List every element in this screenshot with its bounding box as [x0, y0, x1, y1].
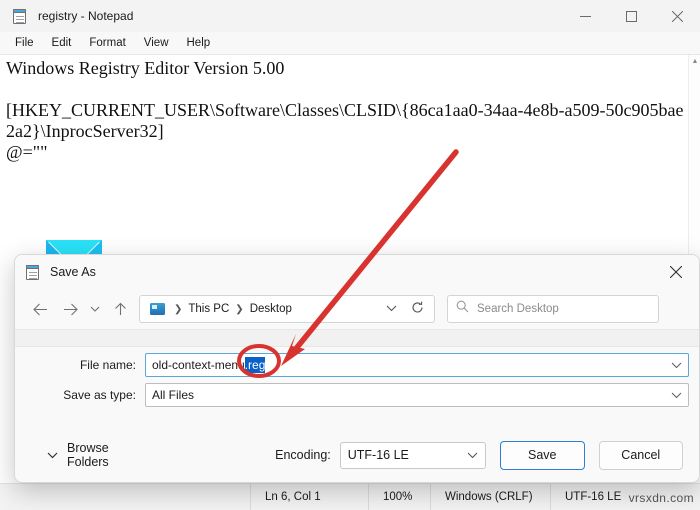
- breadcrumb-separator: ❯: [235, 303, 244, 315]
- notepad-menu-bar: File Edit Format View Help: [0, 32, 700, 55]
- search-box[interactable]: Search Desktop: [447, 295, 659, 323]
- save-as-dialog: Save As ❯ This PC ❯ Desktop Search Deskt…: [14, 254, 700, 483]
- encoding-select[interactable]: UTF-16 LE: [339, 441, 487, 469]
- file-name-input[interactable]: old-context-menu .reg: [145, 353, 689, 377]
- encoding-value: UTF-16 LE: [347, 448, 409, 462]
- status-line-endings: Windows (CRLF): [430, 483, 550, 510]
- window-controls: [562, 0, 700, 32]
- search-icon: [456, 300, 469, 318]
- save-as-type-label: Save as type:: [63, 388, 136, 402]
- notepad-icon: [25, 263, 41, 281]
- file-name-label: File name:: [79, 358, 136, 372]
- encoding-label: Encoding:: [275, 448, 331, 462]
- browse-folders-label: Browse Folders: [67, 441, 109, 469]
- screen: registry - Notepad File Edit Format View…: [0, 0, 700, 510]
- file-name-extension-selected: .reg: [244, 357, 266, 373]
- breadcrumb-item-this-pc[interactable]: This PC: [188, 303, 229, 315]
- dialog-title-bar: Save As: [15, 255, 699, 289]
- breadcrumb-chevron-down-icon[interactable]: [386, 303, 397, 315]
- forward-icon[interactable]: [55, 295, 85, 323]
- file-name-chevron-down-icon[interactable]: [671, 358, 682, 372]
- save-as-type-value: All Files: [152, 388, 195, 402]
- cancel-button[interactable]: Cancel: [598, 440, 683, 470]
- breadcrumb[interactable]: ❯ This PC ❯ Desktop: [139, 295, 435, 323]
- file-name-row: File name: old-context-menu .reg: [15, 353, 699, 377]
- notepad-title: registry - Notepad: [38, 9, 134, 23]
- encoding-chevron-down-icon[interactable]: [467, 448, 478, 462]
- refresh-icon[interactable]: [411, 301, 424, 317]
- document-text: Windows Registry Editor Version 5.00 [HK…: [6, 58, 684, 162]
- notepad-status-bar: Ln 6, Col 1 100% Windows (CRLF) UTF-16 L…: [0, 483, 700, 510]
- minimize-icon[interactable]: [562, 0, 608, 32]
- notepad-title-bar: registry - Notepad: [0, 0, 700, 32]
- menu-help[interactable]: Help: [178, 34, 220, 52]
- menu-format[interactable]: Format: [80, 34, 134, 52]
- save-as-type-row: Save as type: All Files: [15, 383, 699, 407]
- back-icon[interactable]: [25, 295, 55, 323]
- this-pc-icon: [150, 303, 165, 315]
- save-button[interactable]: Save: [500, 440, 585, 470]
- status-cursor-position: Ln 6, Col 1: [250, 483, 368, 510]
- browse-folders-button[interactable]: Browse Folders: [47, 441, 147, 469]
- recent-locations-chevron-down-icon[interactable]: [85, 295, 105, 323]
- breadcrumb-item-desktop[interactable]: Desktop: [250, 303, 292, 315]
- watermark: vrsxdn.com: [628, 491, 694, 505]
- file-name-stem: old-context-menu: [152, 358, 245, 372]
- dialog-footer: Browse Folders Encoding: UTF-16 LE Save …: [15, 428, 699, 482]
- notepad-icon: [12, 7, 28, 25]
- menu-file[interactable]: File: [6, 34, 43, 52]
- save-as-type-select[interactable]: All Files: [145, 383, 689, 407]
- breadcrumb-separator: ❯: [174, 303, 183, 315]
- maximize-icon[interactable]: [608, 0, 654, 32]
- status-zoom: 100%: [368, 483, 430, 510]
- save-as-type-chevron-down-icon[interactable]: [671, 388, 682, 402]
- scroll-up-icon[interactable]: ▲: [689, 55, 700, 67]
- close-icon[interactable]: [654, 0, 700, 32]
- dialog-title: Save As: [50, 265, 96, 279]
- dialog-navigation-bar: ❯ This PC ❯ Desktop Search Desktop: [15, 289, 699, 329]
- menu-edit[interactable]: Edit: [43, 34, 81, 52]
- browse-folders-chevron-down-icon: [47, 448, 58, 462]
- up-icon[interactable]: [105, 295, 135, 323]
- file-list-area[interactable]: [15, 329, 699, 347]
- menu-view[interactable]: View: [135, 34, 178, 52]
- dialog-close-icon[interactable]: [653, 255, 699, 289]
- search-input[interactable]: Search Desktop: [477, 303, 559, 315]
